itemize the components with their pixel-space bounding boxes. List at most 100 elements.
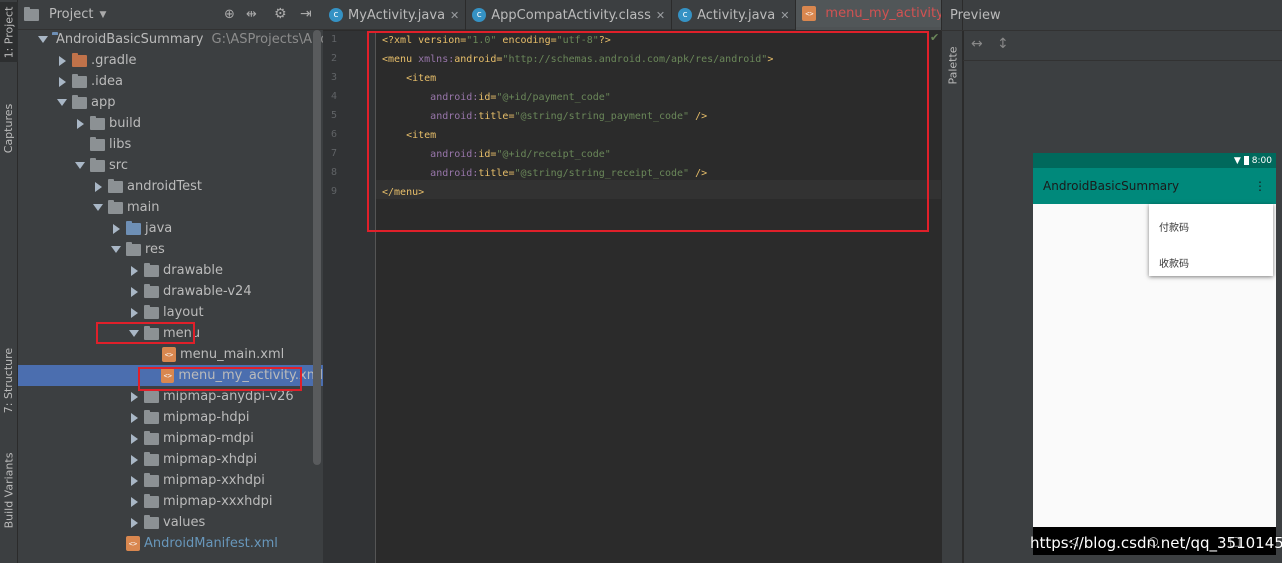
tree-item-label: androidTest [127,179,202,194]
palette-tool-tab[interactable]: Palette [942,30,964,100]
globe-icon[interactable]: ⊕ [224,7,235,22]
tree-item-label: res [145,242,165,257]
menu-item-receipt-code[interactable]: 收款码 [1159,255,1189,270]
chevron-right-icon[interactable] [128,307,140,319]
tree-item[interactable]: drawable-v24 [18,281,323,302]
line-number: 3 [330,72,337,83]
chevron-right-icon[interactable] [128,286,140,298]
folder-icon [144,451,159,466]
tree-item[interactable]: layout [18,302,323,323]
status-bar: ▼ 8:00 [1033,153,1276,168]
captures-tool-tab[interactable]: Captures [0,93,18,163]
tree-item[interactable]: .gradle [18,50,323,71]
folder-icon [90,136,105,151]
palette-tool-tab-label: Palette [946,45,960,85]
tree-item-label: mipmap-xxhdpi [163,473,265,488]
tree-item[interactable]: mipmap-xxxhdpi [18,491,323,512]
build-variants-tool-tab[interactable]: Build Variants [0,440,18,540]
project-view-selector[interactable]: Project [49,7,93,22]
tree-scrollbar[interactable] [313,30,321,465]
tree-item-label: mipmap-mdpi [163,431,254,446]
wifi-icon: ▼ [1233,155,1241,166]
captures-tool-tab-label: Captures [2,103,16,153]
line-number: 9 [330,186,337,197]
tree-item[interactable]: src [18,155,323,176]
tree-item[interactable]: drawable [18,260,323,281]
preview-header-border [941,30,1282,31]
chevron-right-icon[interactable] [74,118,86,130]
tree-item[interactable]: build [18,113,323,134]
close-icon[interactable]: ✕ [780,9,789,22]
structure-tool-tab[interactable]: 7: Structure [0,340,18,420]
project-panel: Project ▼ ⊕ ⇹ ⚙ ⇥ AndroidBasicSummary G:\… [18,0,323,563]
tab-myactivity[interactable]: c MyActivity.java ✕ [323,0,467,30]
tree-item-label: mipmap-hdpi [163,410,250,425]
horizontal-resize-icon[interactable]: ↔ [971,36,983,52]
tree-item[interactable]: .idea [18,71,323,92]
tree-item[interactable]: values [18,512,323,533]
line-number: 1 [330,34,337,45]
project-tool-tab[interactable]: 1: Project [0,2,18,62]
chevron-right-icon[interactable] [128,517,140,529]
tab-activity[interactable]: c Activity.java ✕ [672,0,797,30]
chevron-right-icon[interactable] [128,412,140,424]
tree-item[interactable]: mipmap-xhdpi [18,449,323,470]
chevron-right-icon[interactable] [128,454,140,466]
chevron-right-icon[interactable] [128,433,140,445]
chevron-down-icon[interactable] [38,34,48,46]
line-number: 7 [330,148,337,159]
chevron-right-icon[interactable] [92,181,104,193]
vertical-resize-icon[interactable]: ↕ [997,36,1009,52]
chevron-right-icon[interactable] [56,76,68,88]
right-tool-strip: Palette [941,0,963,563]
tree-item[interactable]: res [18,239,323,260]
tree-item[interactable]: libs [18,134,323,155]
menu-item-payment-code[interactable]: 付款码 [1159,219,1189,234]
chevron-right-icon[interactable] [110,223,122,235]
close-icon[interactable]: ✕ [656,9,665,22]
tree-item[interactable]: mipmap-xxhdpi [18,470,323,491]
overflow-menu-icon[interactable]: ⋮ [1254,179,1266,193]
chevron-right-icon[interactable] [128,496,140,508]
chevron-right-icon[interactable] [128,475,140,487]
tree-item-label: build [109,116,141,131]
tree-item[interactable]: main [18,197,323,218]
chevron-right-icon[interactable] [56,55,68,67]
split-icon[interactable]: ⇹ [246,7,257,22]
chevron-down-icon[interactable] [74,160,86,172]
tree-item[interactable]: androidTest [18,176,323,197]
tree-item[interactable]: AndroidBasicSummary G:\ASProjects\Androi [18,29,323,50]
tree-item[interactable]: <> AndroidManifest.xml [18,533,323,554]
line-number: 6 [330,129,337,140]
folder-icon [72,73,87,88]
folder-icon [126,241,141,256]
tree-item[interactable]: mipmap-mdpi [18,428,323,449]
tab-appcompatactivity[interactable]: c AppCompatActivity.class ✕ [466,0,673,30]
chevron-right-icon[interactable] [128,265,140,277]
tree-item[interactable]: <> menu_main.xml [18,344,323,365]
chevron-right-icon[interactable] [128,391,140,403]
folder-icon [126,220,141,235]
tree-item-path: G:\ASProjects\Androi [211,32,323,47]
chevron-down-icon[interactable]: ▼ [99,10,106,20]
folder-icon [90,115,105,130]
tree-item-label: .idea [91,74,123,89]
folder-icon [144,283,159,298]
overflow-popup-menu: 付款码 收款码 [1149,204,1273,276]
gear-icon[interactable]: ⚙ [274,6,287,22]
hide-icon[interactable]: ⇥ [300,6,312,22]
project-tool-tab-label: 1: Project [2,6,16,58]
class-icon: c [329,8,343,22]
tree-item[interactable]: java [18,218,323,239]
chevron-down-icon[interactable] [92,202,104,214]
class-icon: c [678,8,693,22]
chevron-down-icon[interactable] [110,244,122,256]
tree-item-label: mipmap-xxxhdpi [163,494,273,509]
tree-item[interactable]: mipmap-hdpi [18,407,323,428]
class-icon: c [472,8,487,22]
tree-item[interactable]: app [18,92,323,113]
close-icon[interactable]: ✕ [450,9,459,22]
folder-icon [144,262,159,277]
chevron-down-icon[interactable] [56,97,68,109]
